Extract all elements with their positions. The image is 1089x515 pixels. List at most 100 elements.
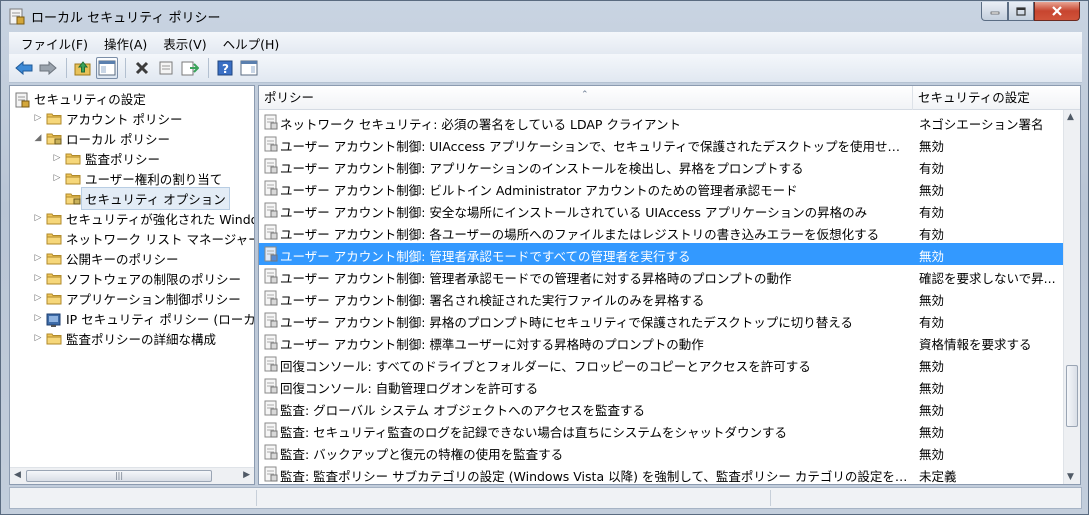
expand-arrow-icon[interactable]: ▷ [33,253,43,263]
menu-bar: ファイル(F) 操作(A) 表示(V) ヘルプ(H) [9,32,1082,54]
tree-item[interactable]: ▷ 監査ポリシー [52,148,160,168]
column-header-setting-label: セキュリティの設定 [918,90,1030,105]
policy-icon [263,334,279,350]
policy-row[interactable]: ユーザー アカウント制御: UIAccess アプリケーションで、セキュリティで… [259,133,1063,155]
tree-item[interactable]: ▷ アプリケーション制御ポリシー [33,288,241,308]
policy-row[interactable]: ユーザー アカウント制御: 署名され検証された実行ファイルのみを昇格する 無効 [259,287,1063,309]
horizontal-scrollbar[interactable]: ◀ ||| ▶ [10,467,254,484]
policy-icon [263,158,279,174]
policy-name: ネットワーク セキュリティ: 必須の署名をしている LDAP クライアント [280,117,681,132]
title-bar[interactable]: ローカル セキュリティ ポリシー [1,1,1088,31]
policy-row[interactable]: 監査: 監査ポリシー サブカテゴリの設定 (Windows Vista 以降) … [259,463,1063,484]
tree-item[interactable]: ▷ IP セキュリティ ポリシー (ローカル [33,308,254,328]
show-hide-action-pane-button[interactable] [238,57,260,79]
main-window: ローカル セキュリティ ポリシー ファイル(F) 操作(A) 表示(V) ヘルプ… [0,0,1089,515]
menu-file[interactable]: ファイル(F) [13,34,96,53]
policy-setting: 無効 [919,403,945,418]
policy-row[interactable]: ユーザー アカウント制御: 管理者承認モードですべての管理者を実行する 無効 [259,243,1063,265]
properties-button[interactable] [155,57,177,79]
expand-arrow-icon[interactable]: ▷ [52,173,62,183]
expand-arrow-icon[interactable]: ▷ [33,333,43,343]
tree-item[interactable]: ◢ ローカル ポリシー [33,128,170,148]
policy-name: ユーザー アカウント制御: ビルトイン Administrator アカウントの… [280,183,798,198]
back-button[interactable] [13,57,35,79]
folder-icon [65,192,81,205]
policy-row[interactable]: ユーザー アカウント制御: 各ユーザーの場所へのファイルまたはレジストリの書き込… [259,221,1063,243]
export-list-icon [181,61,199,76]
toolbar-separator [125,58,126,78]
tree-item[interactable]: ▷ ソフトウェアの制限のポリシー [33,268,241,288]
policy-icon [263,444,279,460]
policy-setting: 無効 [919,139,945,154]
forward-button[interactable] [37,57,59,79]
policy-name: ユーザー アカウント制御: アプリケーションのインストールを検出し、昇格をプロン… [280,161,804,176]
tree-item-label: アプリケーション制御ポリシー [66,291,241,307]
policy-row[interactable]: ユーザー アカウント制御: アプリケーションのインストールを検出し、昇格をプロン… [259,155,1063,177]
scroll-down-icon[interactable]: ▼ [1067,472,1074,482]
menu-view[interactable]: 表示(V) [155,34,214,53]
policy-name: 監査: セキュリティ監査のログを記録できない場合は直ちにシステムをシャットダウン… [280,425,788,440]
policy-name: 監査: バックアップと復元の特権の使用を監査する [280,447,564,462]
up-folder-button[interactable] [72,57,94,79]
tree-item-label: ユーザー権利の割り当て [85,171,223,187]
scroll-left-icon[interactable]: ◀ [14,470,21,480]
menu-help[interactable]: ヘルプ(H) [215,34,288,53]
expand-arrow-icon[interactable]: ▷ [33,293,43,303]
close-button[interactable] [1034,2,1080,21]
tree-item-label: ソフトウェアの制限のポリシー [66,271,242,287]
policy-icon [263,466,279,482]
policy-icon [263,180,279,196]
policy-row[interactable]: ネットワーク セキュリティ: 必須の署名をしている LDAP クライアント ネゴシ… [259,111,1063,133]
expand-arrow-icon[interactable]: ▷ [33,313,43,323]
minimize-button[interactable] [981,2,1008,21]
policy-name: ユーザー アカウント制御: 管理者承認モードですべての管理者を実行する [280,249,691,264]
menu-action[interactable]: 操作(A) [96,34,155,53]
tree-item[interactable]: ▷ ユーザー権利の割り当て [52,168,223,188]
policy-setting: 無効 [919,249,945,264]
scrollbar-thumb[interactable]: ||| [26,470,212,482]
tree-item-label: 監査ポリシーの詳細な構成 [66,331,217,347]
policy-row[interactable]: ユーザー アカウント制御: 安全な場所にインストールされている UIAccess… [259,199,1063,221]
scroll-right-icon[interactable]: ▶ [243,470,250,480]
show-hide-tree-icon [98,60,116,76]
export-list-button[interactable] [179,57,201,79]
scrollbar-thumb[interactable] [1066,365,1078,427]
policy-setting: 無効 [919,183,945,198]
collapse-arrow-icon[interactable]: ◢ [33,133,43,143]
status-separator [256,490,257,506]
tree-item[interactable]: セキュリティの設定 [14,88,146,108]
policy-row[interactable]: ユーザー アカウント制御: 管理者承認モードでの管理者に対する昇格時のプロンプト… [259,265,1063,287]
expand-arrow-icon[interactable]: ▷ [52,153,62,163]
scroll-up-icon[interactable]: ▲ [1067,112,1074,122]
policy-row[interactable]: 回復コンソール: 自動管理ログオンを許可する 無効 [259,375,1063,397]
tree-item[interactable]: ▷ セキュリティが強化された Windows [33,208,254,228]
tree-item[interactable]: ▷ アカウント ポリシー [33,108,183,128]
policy-row[interactable]: 監査: バックアップと復元の特権の使用を監査する 無効 [259,441,1063,463]
expand-arrow-icon[interactable]: ▷ [33,213,43,223]
policy-row[interactable]: ユーザー アカウント制御: ビルトイン Administrator アカウントの… [259,177,1063,199]
delete-button[interactable] [131,57,153,79]
policy-row[interactable]: 監査: セキュリティ監査のログを記録できない場合は直ちにシステムをシャットダウン… [259,419,1063,441]
policy-setting: 有効 [919,315,945,330]
maximize-button[interactable] [1008,2,1034,21]
column-header-setting[interactable]: セキュリティの設定 [912,86,1062,110]
policy-name: 回復コンソール: 自動管理ログオンを許可する [280,381,539,396]
policy-row[interactable]: 監査: グローバル システム オブジェクトへのアクセスを監査する 無効 [259,397,1063,419]
tree-item[interactable]: ▷ 公開キーのポリシー [33,248,179,268]
help-button[interactable]: ? [214,57,236,79]
show-hide-tree-button[interactable] [96,57,118,79]
tree-item[interactable]: セキュリティ オプション [52,186,230,210]
policy-row[interactable]: ユーザー アカウント制御: 昇格のプロンプト時にセキュリティで保護されたデスクト… [259,309,1063,331]
column-header-policy[interactable]: ポリシー ⌃ [259,86,912,110]
expand-arrow-icon[interactable]: ▷ [33,113,43,123]
vertical-scrollbar[interactable]: ▲ ▼ [1063,110,1080,484]
policy-row[interactable]: 回復コンソール: すべてのドライブとフォルダーに、フロッピーのコピーとアクセスを… [259,353,1063,375]
folder-icon [46,212,62,225]
policy-name: ユーザー アカウント制御: 標準ユーザーに対する昇格時のプロンプトの動作 [280,337,704,352]
policy-list: ポリシー ⌃ セキュリティの設定 ネットワーク セキュリティ: 必須の署名をして… [258,85,1081,485]
expand-arrow-icon[interactable]: ▷ [33,273,43,283]
tree-item[interactable]: ▷ 監査ポリシーの詳細な構成 [33,328,216,348]
tree-item[interactable]: ネットワーク リスト マネージャー ポ [33,228,254,248]
policy-row[interactable]: ユーザー アカウント制御: 標準ユーザーに対する昇格時のプロンプトの動作 資格情報… [259,331,1063,353]
security-policy-app-icon [9,8,25,25]
